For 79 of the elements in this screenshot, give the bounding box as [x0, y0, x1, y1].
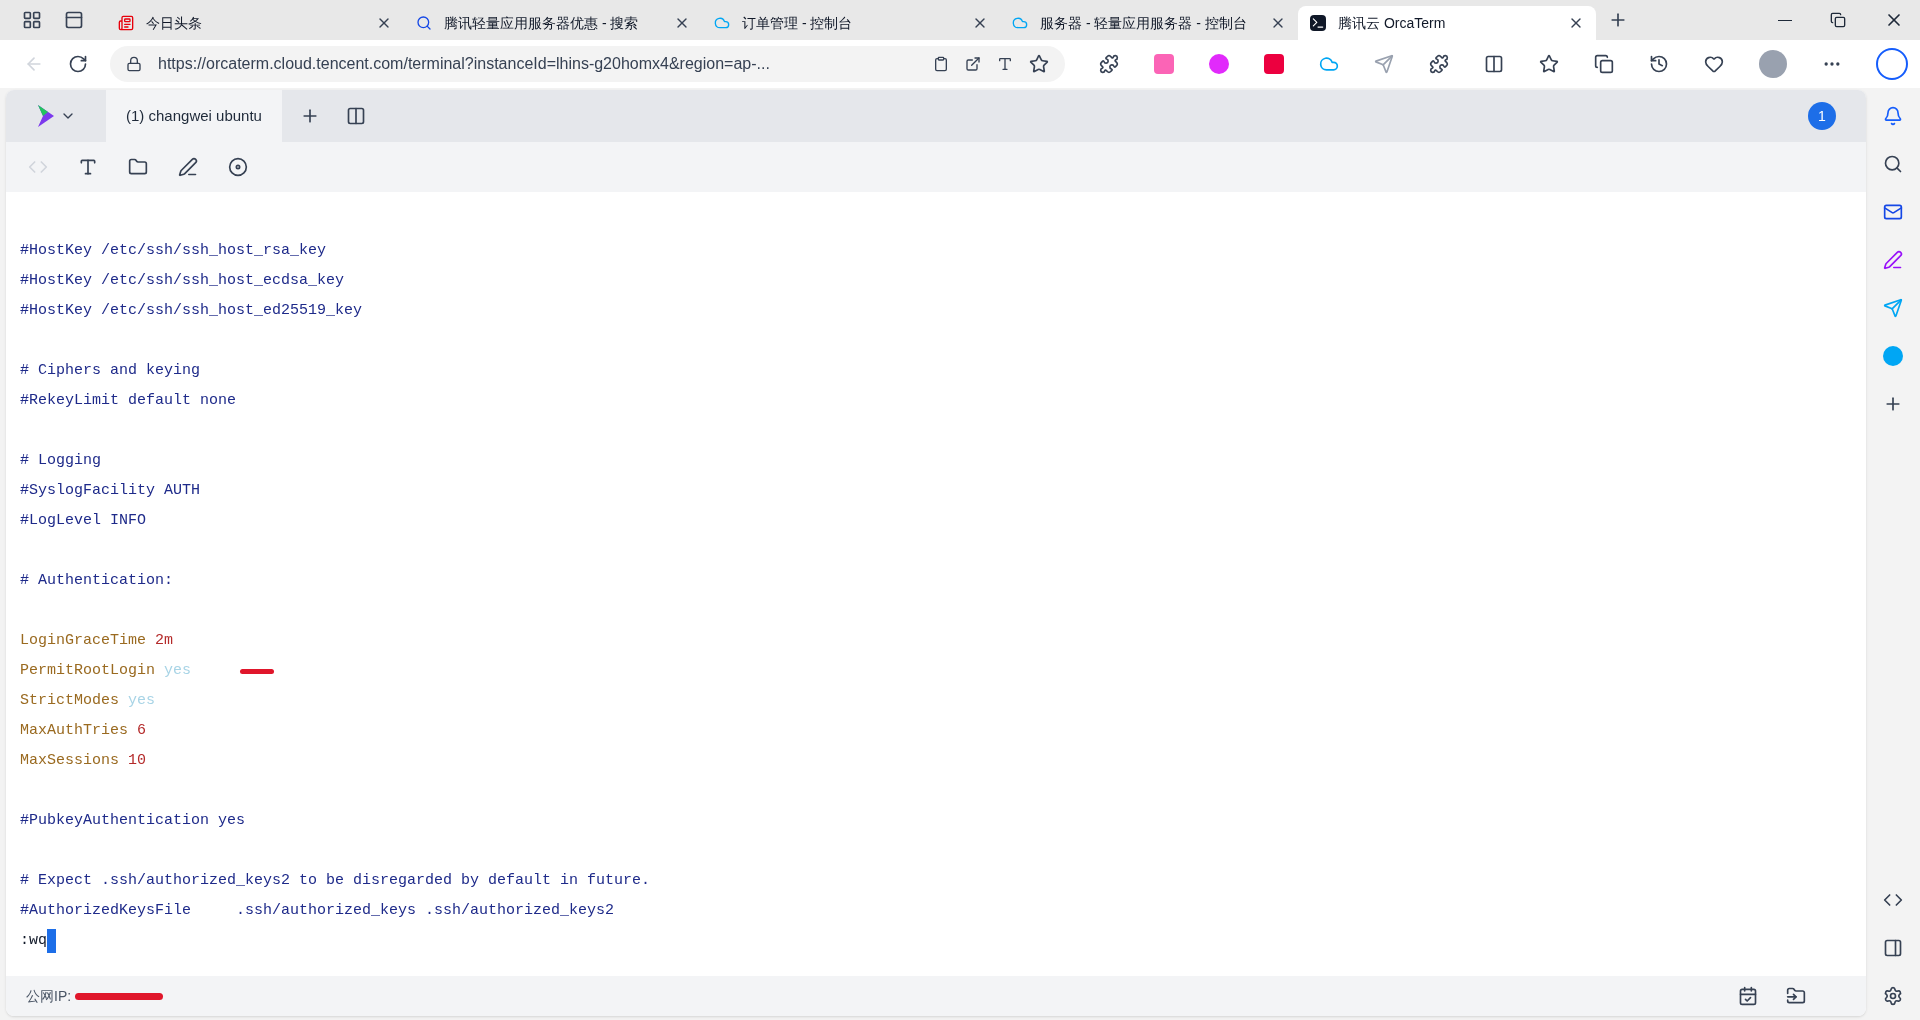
folder-icon[interactable] — [128, 157, 148, 177]
bell-icon[interactable] — [1883, 106, 1903, 126]
browser-tab[interactable]: 服务器 - 轻量应用服务器 - 控制台 — [1000, 6, 1298, 40]
health-icon[interactable] — [1704, 54, 1725, 74]
comment-line: # Logging — [20, 451, 101, 471]
pencil-icon[interactable] — [1883, 250, 1903, 270]
clipboard-icon[interactable] — [933, 56, 949, 72]
refresh-icon[interactable] — [68, 54, 88, 74]
avatar-icon[interactable] — [1759, 50, 1788, 78]
comment-line: #AuthorizedKeysFile .ssh/authorized_keys .ssh/authorized_keys2 — [20, 901, 615, 921]
extension-icon[interactable] — [1098, 54, 1119, 74]
news-icon — [118, 15, 134, 31]
setting-key: LoginGraceTime — [20, 626, 147, 656]
calendar-icon[interactable] — [1738, 986, 1758, 1006]
logo-icon — [36, 103, 56, 129]
history-icon[interactable] — [1649, 54, 1670, 74]
command-line[interactable]: :wq — [20, 926, 47, 956]
url-text: https://orcaterm.cloud.tencent.com/terminal?instanceId=lhins-g20homx4&region=ap-... — [158, 54, 771, 74]
comment-line: #HostKey /etc/ssh/ssh_host_ecdsa_key — [20, 271, 345, 291]
cloud-icon[interactable] — [1318, 54, 1339, 74]
comment-line: #RekeyLimit default none — [20, 391, 237, 411]
cursor-icon[interactable] — [1373, 54, 1394, 74]
read-aloud-icon[interactable] — [997, 56, 1013, 72]
lock-icon — [126, 56, 142, 72]
sidebar-icon[interactable] — [1883, 938, 1903, 958]
minimize-icon[interactable] — [1778, 19, 1792, 21]
comment-line: # Authentication: — [20, 571, 174, 591]
comment-line: #HostKey /etc/ssh/ssh_host_rsa_key — [20, 241, 327, 261]
favorite-icon[interactable] — [1029, 54, 1049, 74]
comment-line: #PubkeyAuthentication yes — [20, 811, 246, 831]
setting-key: StrictModes — [20, 686, 120, 716]
terminal-icon — [1310, 15, 1326, 31]
comment-line: #SyslogFacility AUTH — [20, 481, 201, 501]
setting-key: PermitRootLogin — [20, 656, 156, 686]
tab-actions-icon[interactable] — [64, 10, 84, 30]
search-icon — [416, 15, 432, 31]
browser-tab[interactable]: 今日头条 — [106, 6, 404, 40]
comment-line: # Ciphers and keying — [20, 361, 201, 381]
tab-title: 今日头条 — [146, 13, 203, 33]
setting-key: MaxAuthTries — [20, 716, 129, 746]
setting-value: yes — [128, 691, 156, 711]
cursor — [47, 929, 56, 953]
pencil-icon[interactable] — [178, 157, 198, 177]
comment-line: #HostKey /etc/ssh/ssh_host_ed25519_key — [20, 301, 363, 321]
disc-icon[interactable] — [228, 157, 248, 177]
search-icon[interactable] — [1883, 154, 1903, 174]
extension-icon[interactable] — [1263, 54, 1284, 74]
settings-icon[interactable] — [1883, 986, 1903, 1006]
comment-line: #LogLevel INFO — [20, 511, 147, 531]
cloud-icon — [1012, 15, 1028, 31]
tab-title: 服务器 - 轻量应用服务器 - 控制台 — [1040, 13, 1248, 33]
mail-icon[interactable] — [1883, 202, 1903, 222]
collections-icon[interactable] — [1594, 54, 1615, 74]
tab-title: 订单管理 - 控制台 — [742, 13, 854, 33]
split-screen-icon[interactable] — [1483, 54, 1504, 74]
comment-line: # Expect .ssh/authorized_keys2 to be disregarded by default in future. — [20, 871, 651, 891]
workspaces-icon[interactable] — [22, 10, 42, 30]
setting-value: 2m — [155, 631, 174, 651]
browser-tab[interactable]: 腾讯轻量应用服务器优惠 - 搜索 — [404, 6, 702, 40]
browser-tab[interactable]: 腾讯云 OrcaTerm — [1298, 6, 1596, 40]
restore-icon[interactable] — [1830, 12, 1846, 28]
folder-icon[interactable] — [1786, 986, 1806, 1006]
setting-value: 6 — [137, 721, 147, 741]
favorites-icon[interactable] — [1539, 54, 1560, 74]
session-tab[interactable]: (1) changwei ubuntu — [106, 90, 282, 142]
cloud-icon — [714, 15, 730, 31]
split-view-icon[interactable] — [346, 106, 366, 126]
setting-value: 10 — [128, 751, 147, 771]
notification-badge[interactable]: 1 — [1808, 102, 1836, 130]
setting-value: yes — [164, 661, 192, 681]
address-bar[interactable]: https://orcaterm.cloud.tencent.com/terminal?instanceId=lhins-g20homx4&region=ap-... — [110, 46, 1065, 82]
tab-title: 腾讯云 OrcaTerm — [1338, 13, 1447, 33]
tab-title: 腾讯轻量应用服务器优惠 - 搜索 — [444, 13, 640, 33]
extensions-icon[interactable] — [1428, 54, 1449, 74]
public-ip-label: 公网IP: — [26, 986, 72, 1006]
browser-tab[interactable]: 订单管理 - 控制台 — [702, 6, 1000, 40]
text-icon[interactable] — [78, 157, 98, 177]
share-icon[interactable] — [965, 56, 981, 72]
setting-key: MaxSessions — [20, 746, 120, 776]
